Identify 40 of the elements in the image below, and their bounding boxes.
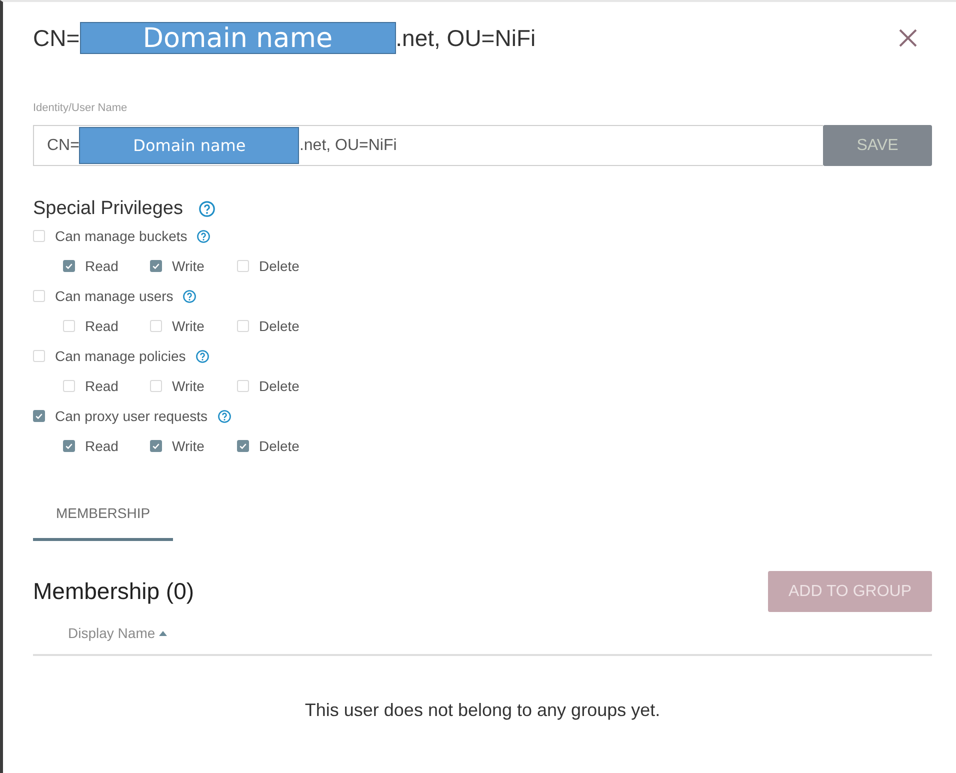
redaction-label: Domain name (80, 22, 396, 54)
title-text: .net, OU=NiFi (396, 24, 536, 52)
permission-label: Delete (259, 258, 300, 274)
privilege-label: Can manage buckets (55, 228, 188, 244)
permission-label: Write (172, 438, 204, 454)
help-icon[interactable] (183, 290, 196, 302)
checkbox[interactable] (63, 440, 75, 452)
help-icon[interactable] (197, 230, 210, 242)
redaction-label: Domain name (79, 127, 300, 164)
section-title: Special Privileges (33, 198, 183, 220)
identity-input-field[interactable]: CN= Domain name .net, OU=NiFi (33, 125, 823, 166)
privilege-label: Can proxy user requests (55, 408, 208, 424)
close-icon[interactable] (899, 29, 917, 47)
checkbox[interactable] (150, 440, 162, 452)
checkbox[interactable] (33, 410, 45, 422)
checkbox[interactable] (237, 440, 249, 452)
permission-label: Read (85, 258, 118, 274)
permission-label: Write (172, 378, 204, 394)
help-icon[interactable] (196, 350, 209, 362)
checkbox[interactable] (63, 260, 75, 272)
permission-label: Read (85, 378, 118, 394)
help-icon[interactable] (198, 201, 215, 217)
permission-label: Delete (259, 438, 300, 454)
privilege-label: Can manage users (55, 288, 174, 304)
field-label: Identity/User Name (33, 101, 128, 115)
permission-label: Delete (259, 318, 300, 334)
permission-label: Read (85, 318, 118, 334)
permission-label: Delete (259, 378, 300, 394)
title-text: CN= (33, 24, 80, 52)
section-title: Membership (0) (33, 578, 194, 605)
permission-label: Write (172, 258, 204, 274)
permission-label: Read (85, 438, 118, 454)
empty-message: This user does not belong to any groups yet. (304, 699, 660, 722)
help-icon[interactable] (218, 410, 231, 422)
permission-label: Write (172, 318, 204, 334)
caret-up-icon[interactable] (159, 630, 168, 636)
column-header[interactable]: Display Name (68, 625, 156, 641)
privilege-label: Can manage policies (55, 348, 186, 364)
tab[interactable]: MEMBERSHIP (33, 490, 173, 541)
checkbox[interactable] (150, 260, 162, 272)
